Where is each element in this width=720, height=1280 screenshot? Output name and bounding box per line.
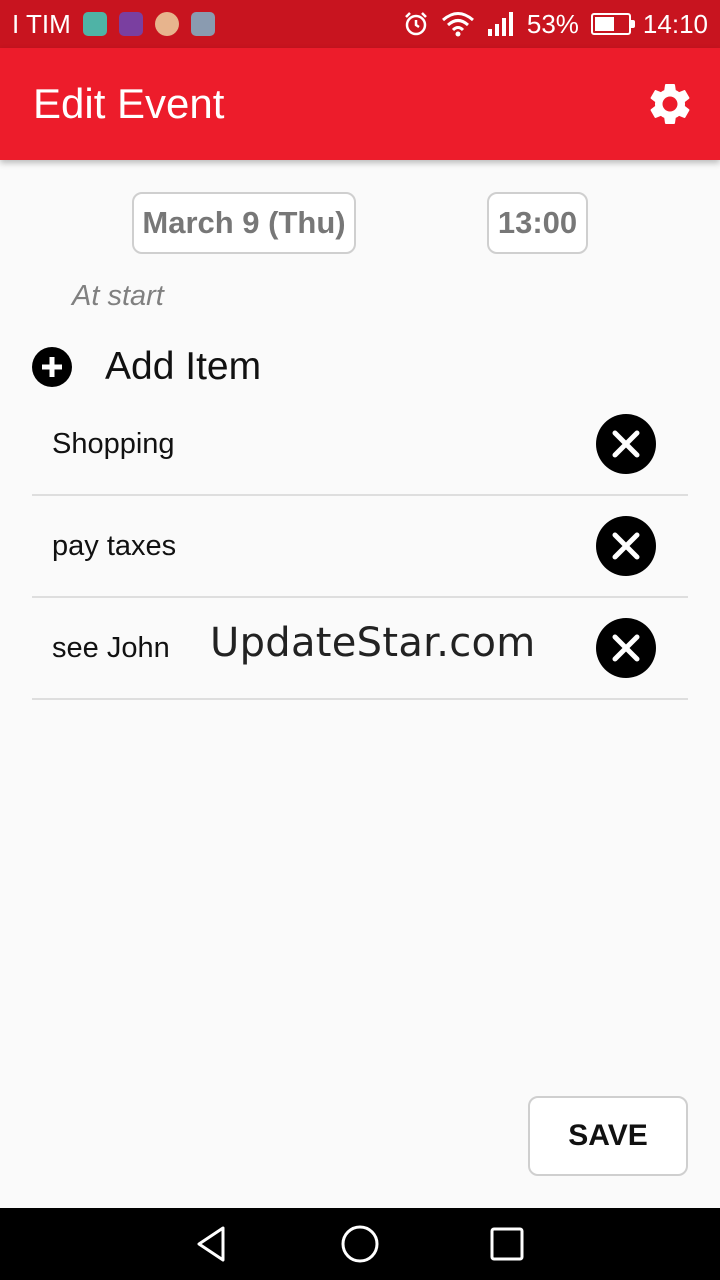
date-button[interactable]: March 9 (Thu) [132,192,356,254]
home-circle-icon [341,1225,379,1263]
navigation-bar [0,1208,720,1280]
watermark-text: UpdateStar.com [210,620,536,666]
back-triangle-icon [197,1226,225,1262]
app-bar: Edit Event [0,48,720,160]
carrier-name: I TIM [12,8,71,39]
save-button[interactable]: SAVE [528,1096,688,1176]
reminder-label: At start [72,280,164,312]
page-title: Edit Event [33,80,225,127]
settings-button[interactable] [644,78,696,130]
plus-circle-icon [32,347,72,387]
add-item-label: Add Item [105,345,262,388]
add-item-button[interactable]: Add Item [32,340,261,394]
battery-icon [590,13,635,35]
app-notification-icon [118,12,143,36]
status-bar-right: 53% 14:10 [403,9,708,40]
remove-item-button[interactable] [596,516,656,576]
recents-square-icon [490,1227,524,1261]
signal-icon [487,11,515,37]
item-label: see John [52,631,170,664]
recents-button[interactable] [482,1219,532,1269]
battery-percent: 53% [526,8,579,39]
alarm-icon [403,11,429,37]
avatar-notification-icon [154,12,179,36]
item-label: Shopping [52,427,175,460]
gear-icon [650,83,690,124]
screen: I TIM 53% 14:10 Edit Event March 9 (Thu)… [0,0,720,1280]
list-item: pay taxes [32,496,688,598]
clock: 14:10 [642,8,708,39]
list-item: Shopping [32,394,688,496]
remove-item-button[interactable] [596,414,656,474]
wifi-icon [441,11,475,37]
gallery-notification-icon [190,12,215,36]
remove-item-button[interactable] [596,618,656,678]
status-bar-left: I TIM [12,9,215,40]
status-bar: I TIM 53% 14:10 [0,0,720,48]
item-label: pay taxes [52,529,177,562]
battery-fill [594,17,614,31]
app-notification-icon [82,12,107,36]
time-button[interactable]: 13:00 [487,192,588,254]
back-button[interactable] [188,1219,238,1269]
home-button[interactable] [335,1219,385,1269]
